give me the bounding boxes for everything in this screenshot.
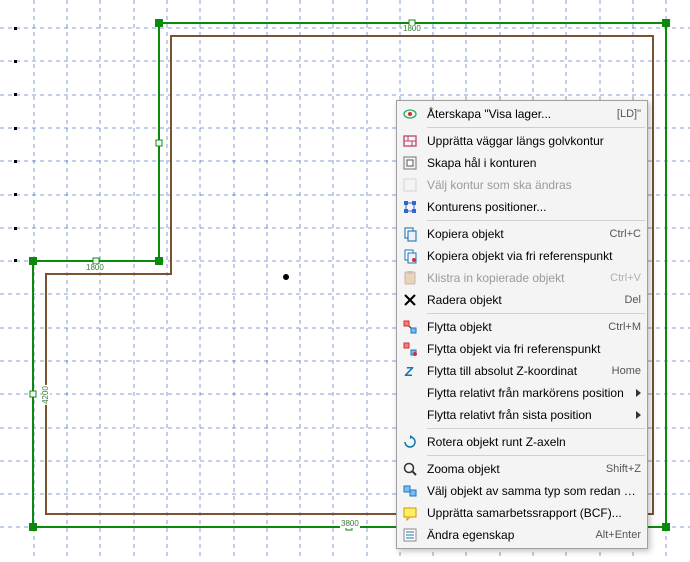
menu-label: Flytta objekt xyxy=(427,320,598,334)
menu-shortcut: [LD]" xyxy=(617,108,641,120)
properties-icon xyxy=(399,526,421,544)
menu-label: Rotera objekt runt Z-axeln xyxy=(427,435,641,449)
eye-icon xyxy=(399,105,421,123)
menu-item-bcf[interactable]: Upprätta samarbetssrapport (BCF)... xyxy=(397,502,647,524)
menu-shortcut: Ctrl+V xyxy=(610,272,641,284)
menu-label: Upprätta väggar längs golvkontur xyxy=(427,134,641,148)
positions-icon xyxy=(399,198,421,216)
menu-shortcut: Alt+Enter xyxy=(595,529,641,541)
menu-item-paste: Klistra in kopierade objekt Ctrl+V xyxy=(397,267,647,289)
move-icon xyxy=(399,318,421,336)
menu-separator xyxy=(427,455,645,456)
menu-label: Återskapa "Visa lager... xyxy=(427,107,607,121)
menu-item-move[interactable]: Flytta objekt Ctrl+M xyxy=(397,316,647,338)
dim-top: 1800 xyxy=(402,25,422,33)
menu-label: Kopiera objekt via fri referenspunkt xyxy=(427,249,641,263)
menu-label: Flytta relativt från sista position xyxy=(427,408,628,422)
contour-edit-icon xyxy=(399,176,421,194)
copy-icon xyxy=(399,225,421,243)
copy-ref-icon xyxy=(399,247,421,265)
dim-left-lower: 4200 xyxy=(42,385,50,405)
context-menu: Återskapa "Visa lager... [LD]" Upprätta vä… xyxy=(396,100,648,549)
menu-label: Flytta relativt från markörens position xyxy=(427,386,628,400)
menu-label: Ändra egenskap xyxy=(427,528,585,542)
bcf-icon xyxy=(399,504,421,522)
menu-item-copy[interactable]: Kopiera objekt Ctrl+C xyxy=(397,223,647,245)
zoom-icon xyxy=(399,460,421,478)
menu-shortcut: Ctrl+C xyxy=(610,228,641,240)
menu-item-select-contour-edit: Välj kontur som ska ändras xyxy=(397,174,647,196)
menu-item-zoom[interactable]: Zooma objekt Shift+Z xyxy=(397,458,647,480)
menu-label: Flytta objekt via fri referenspunkt xyxy=(427,342,641,356)
menu-shortcut: Home xyxy=(612,365,641,377)
menu-item-create-walls[interactable]: Upprätta väggar längs golvkontur xyxy=(397,130,647,152)
menu-item-recreate-layer[interactable]: Återskapa "Visa lager... [LD]" xyxy=(397,103,647,125)
menu-item-rotate-z[interactable]: Rotera objekt runt Z-axeln xyxy=(397,431,647,453)
menu-item-move-z[interactable]: Flytta till absolut Z-koordinat Home xyxy=(397,360,647,382)
blank-icon xyxy=(399,384,421,402)
menu-item-move-rel-cursor[interactable]: Flytta relativt från markörens position xyxy=(397,382,647,404)
menu-label: Konturens positioner... xyxy=(427,200,641,214)
rotate-icon xyxy=(399,433,421,451)
dim-bottom: 3800 xyxy=(340,520,360,528)
menu-item-delete[interactable]: Radera objekt Del xyxy=(397,289,647,311)
menu-label: Klistra in kopierade objekt xyxy=(427,271,600,285)
menu-shortcut: Del xyxy=(624,294,641,306)
menu-item-move-ref[interactable]: Flytta objekt via fri referenspunkt xyxy=(397,338,647,360)
menu-label: Zooma objekt xyxy=(427,462,596,476)
submenu-arrow-icon xyxy=(636,389,641,397)
menu-item-create-hole[interactable]: Skapa hål i konturen xyxy=(397,152,647,174)
hole-icon xyxy=(399,154,421,172)
left-reference-ticks xyxy=(14,27,17,262)
submenu-arrow-icon xyxy=(636,411,641,419)
menu-label: Radera objekt xyxy=(427,293,614,307)
reference-point xyxy=(283,274,289,280)
menu-label: Upprätta samarbetssrapport (BCF)... xyxy=(427,506,641,520)
menu-shortcut: Ctrl+M xyxy=(608,321,641,333)
menu-item-select-same[interactable]: Välj objekt av samma typ som redan valts xyxy=(397,480,647,502)
menu-item-properties[interactable]: Ändra egenskap Alt+Enter xyxy=(397,524,647,546)
menu-label: Välj kontur som ska ändras xyxy=(427,178,641,192)
dim-left-upper: 1800 xyxy=(85,264,105,272)
menu-shortcut: Shift+Z xyxy=(606,463,641,475)
delete-icon xyxy=(399,291,421,309)
menu-separator xyxy=(427,428,645,429)
select-same-icon xyxy=(399,482,421,500)
z-icon xyxy=(399,362,421,380)
menu-label: Flytta till absolut Z-koordinat xyxy=(427,364,602,378)
paste-icon xyxy=(399,269,421,287)
menu-item-contour-positions[interactable]: Konturens positioner... xyxy=(397,196,647,218)
menu-label: Skapa hål i konturen xyxy=(427,156,641,170)
menu-separator xyxy=(427,127,645,128)
move-ref-icon xyxy=(399,340,421,358)
walls-icon xyxy=(399,132,421,150)
menu-item-copy-ref[interactable]: Kopiera objekt via fri referenspunkt xyxy=(397,245,647,267)
menu-separator xyxy=(427,220,645,221)
menu-item-move-rel-last[interactable]: Flytta relativt från sista position xyxy=(397,404,647,426)
blank-icon xyxy=(399,406,421,424)
menu-label: Kopiera objekt xyxy=(427,227,600,241)
menu-separator xyxy=(427,313,645,314)
menu-label: Välj objekt av samma typ som redan valts xyxy=(427,484,641,498)
